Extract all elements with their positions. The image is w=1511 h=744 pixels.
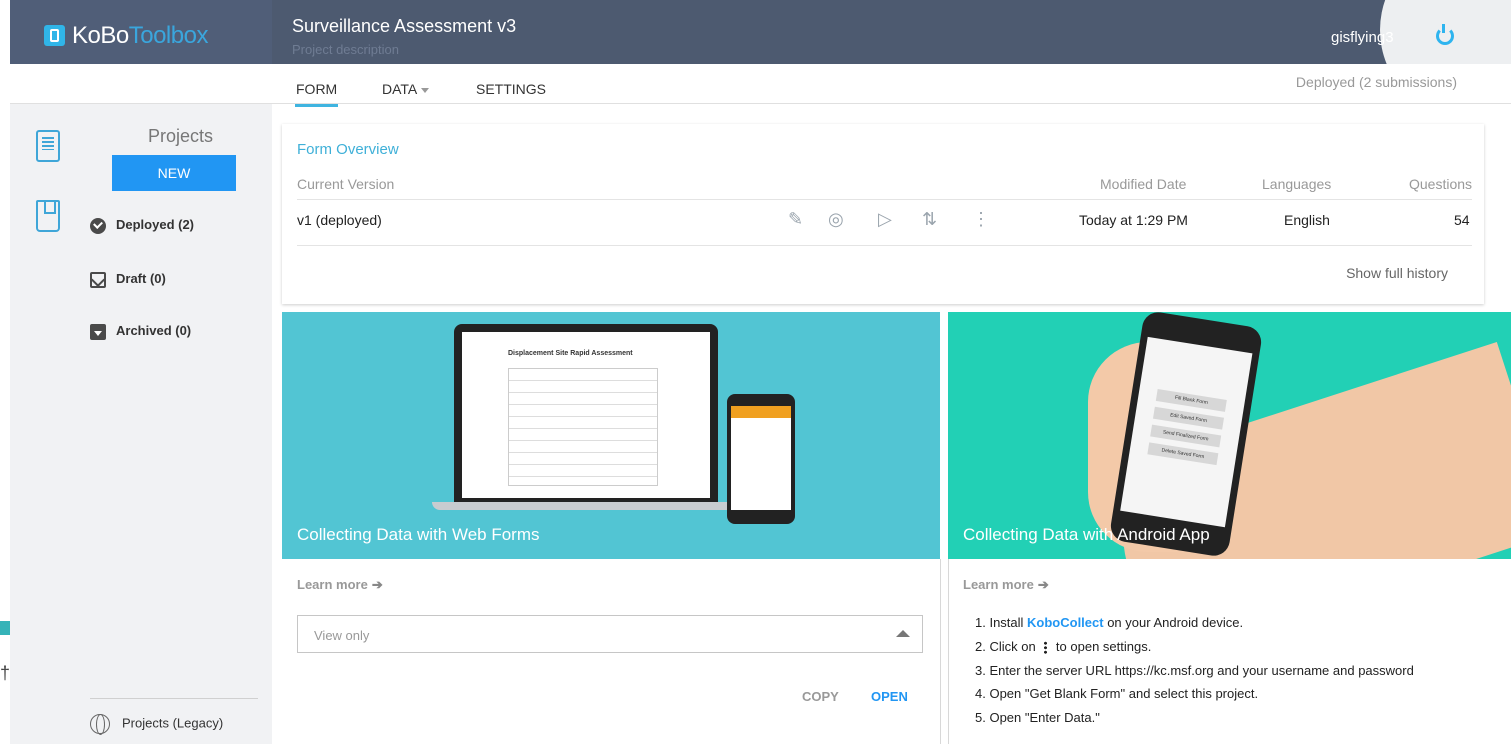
partial-glyph: † <box>0 663 11 683</box>
sidebar-item-archived[interactable]: Archived (0) <box>90 323 191 340</box>
logo-text: KoBoToolbox <box>72 22 208 49</box>
tab-settings[interactable]: SETTINGS <box>476 81 546 97</box>
deployment-status: Deployed (2 submissions) <box>1295 74 1457 90</box>
arrow-right-icon: ➔ <box>371 577 383 592</box>
phone-illustration <box>727 394 795 524</box>
sidebar-item-deployed[interactable]: Deployed (2) <box>90 217 194 234</box>
envelope-open-icon <box>90 271 106 288</box>
doc-title: Displacement Site Rapid Assessment <box>508 350 633 357</box>
play-icon[interactable]: ▷ <box>878 209 892 230</box>
sort-icon[interactable]: ⇅ <box>922 209 937 230</box>
left-accent <box>0 621 10 635</box>
sub-navigation: FORM DATA SETTINGS Deployed (2 submissio… <box>10 64 1511 107</box>
sidebar: Projects NEW Deployed (2) Draft (0) Arch… <box>10 104 272 744</box>
chevron-down-icon <box>421 87 430 93</box>
projects-heading: Projects <box>148 126 214 146</box>
tab-data[interactable]: DATA <box>382 81 430 97</box>
laptop-base <box>432 502 742 510</box>
more-vert-icon <box>1044 640 1048 654</box>
web-forms-learn-more-link[interactable]: Learn more ➔ <box>297 577 383 593</box>
arrow-right-icon: ➔ <box>1037 577 1049 592</box>
power-icon[interactable] <box>1436 24 1454 45</box>
project-title[interactable]: Surveillance Assessment v3 <box>292 16 516 37</box>
modified-date-value: Today at 1:29 PM <box>1079 212 1188 228</box>
list-item: 2. Click on to open settings. <box>975 638 1152 654</box>
divider <box>297 199 1472 200</box>
questions-value: 54 <box>1454 212 1470 228</box>
android-hero: Fill Blank Form Edit Saved Form Send Fin… <box>948 312 1511 559</box>
new-project-button[interactable]: NEW <box>112 155 236 191</box>
view-only-select[interactable]: View only <box>297 615 923 653</box>
copy-button[interactable]: COPY <box>802 689 839 704</box>
kobo-logo-icon <box>44 25 65 46</box>
forms-icon[interactable] <box>36 130 60 162</box>
list-item: 3. Enter the server URL https://kc.msf.o… <box>975 662 1414 678</box>
laptop-illustration: Displacement Site Rapid Assessment <box>454 324 718 504</box>
triangle-up-icon <box>896 630 910 637</box>
form-overview-card: Form Overview Current Version Modified D… <box>282 124 1484 304</box>
check-circle-icon <box>90 217 106 234</box>
kobocollect-link[interactable]: KoboCollect <box>1027 615 1104 630</box>
form-preview <box>508 368 658 486</box>
version-value: v1 (deployed) <box>297 212 382 228</box>
web-forms-hero: Displacement Site Rapid Assessment Colle… <box>282 312 940 559</box>
archive-icon <box>90 323 106 340</box>
list-item: 4. Open "Get Blank Form" and select this… <box>975 686 1259 702</box>
tab-form[interactable]: FORM <box>294 81 339 107</box>
library-icon[interactable] <box>36 200 60 232</box>
list-item: 5. Open "Enter Data." <box>975 710 1100 726</box>
preview-icon[interactable]: ◎ <box>828 209 844 230</box>
column-modified-date: Modified Date <box>1100 176 1187 192</box>
column-questions: Questions <box>1409 176 1473 192</box>
web-forms-caption: Collecting Data with Web Forms <box>297 525 540 544</box>
view-only-value: View only <box>314 628 370 643</box>
phone-button: Delete Saved Form <box>1147 442 1219 466</box>
project-description[interactable]: Project description <box>292 42 399 57</box>
username[interactable]: gisflying3 <box>1331 29 1394 46</box>
android-steps-list: 1. Install KoboCollect on your Android d… <box>975 611 1414 730</box>
top-header: KoBoToolbox Surveillance Assessment v3 P… <box>10 0 1511 120</box>
divider <box>297 245 1472 246</box>
projects-legacy-link[interactable]: Projects (Legacy) <box>90 714 223 735</box>
android-caption: Collecting Data with Android App <box>963 525 1210 544</box>
edit-icon[interactable]: ✎ <box>788 209 803 230</box>
open-button[interactable]: OPEN <box>871 689 908 704</box>
show-full-history-link[interactable]: Show full history <box>1346 265 1448 281</box>
android-learn-more-link[interactable]: Learn more ➔ <box>963 577 1049 593</box>
more-icon[interactable]: ⋮ <box>972 209 990 230</box>
sidebar-item-draft[interactable]: Draft (0) <box>90 271 166 288</box>
globe-icon <box>90 714 110 735</box>
column-divider <box>948 559 949 744</box>
logo-area[interactable]: KoBoToolbox <box>10 0 272 64</box>
list-item: 1. Install KoboCollect on your Android d… <box>975 615 1244 630</box>
column-current-version: Current Version <box>297 176 395 192</box>
column-languages: Languages <box>1262 176 1332 192</box>
sidebar-divider <box>90 698 258 699</box>
form-overview-title: Form Overview <box>297 141 399 158</box>
languages-value: English <box>1284 212 1330 228</box>
column-divider <box>940 559 941 744</box>
